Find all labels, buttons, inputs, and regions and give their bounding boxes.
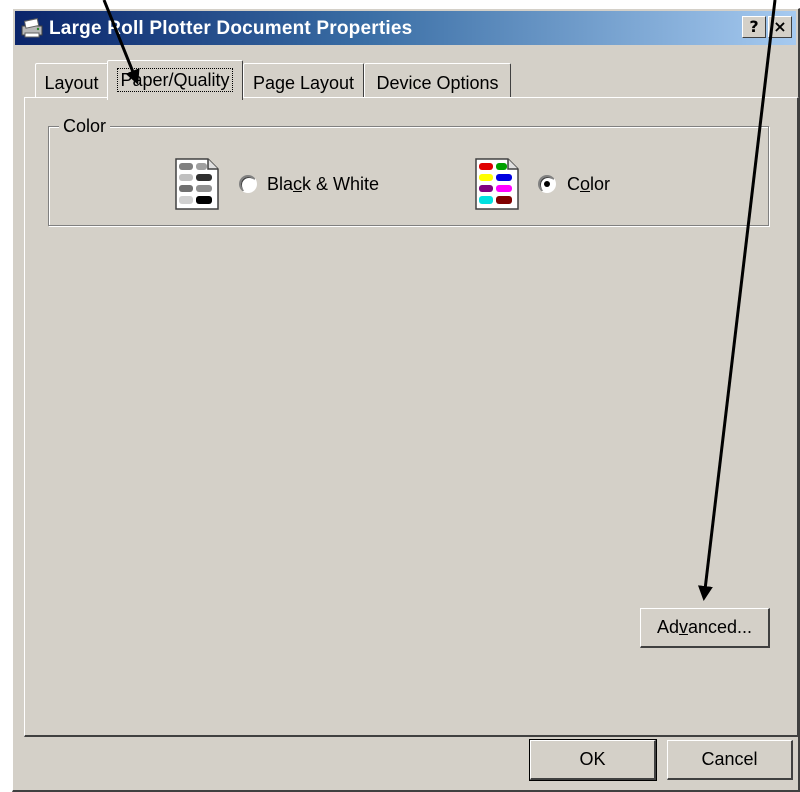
tab-label: Paper/Quality bbox=[117, 68, 233, 92]
printer-icon bbox=[21, 18, 43, 38]
tab-label: Device Options bbox=[376, 73, 499, 93]
color-swatch-icon bbox=[475, 158, 519, 210]
grayscale-swatch-icon bbox=[175, 158, 219, 210]
tab-device-options[interactable]: Device Options bbox=[364, 63, 511, 97]
close-button[interactable]: × bbox=[768, 16, 792, 38]
advanced-button[interactable]: Advanced... bbox=[640, 608, 770, 648]
title-bar[interactable]: Large Roll Plotter Document Properties ?… bbox=[15, 11, 796, 45]
group-legend: Color bbox=[59, 116, 111, 137]
tab-page-layout[interactable]: Page Layout bbox=[243, 63, 364, 97]
color-label[interactable]: Color bbox=[567, 174, 610, 195]
tab-label: Layout bbox=[44, 73, 99, 93]
ok-button[interactable]: OK bbox=[529, 739, 657, 781]
color-groupbox: Color Black & White Color bbox=[48, 116, 769, 226]
tab-paper-quality[interactable]: Paper/Quality bbox=[107, 60, 243, 100]
tab-layout[interactable]: Layout bbox=[35, 63, 108, 97]
color-radio[interactable] bbox=[538, 175, 556, 193]
black-white-label[interactable]: Black & White bbox=[267, 174, 379, 195]
tab-label: Page Layout bbox=[252, 73, 355, 93]
radio-selected-dot bbox=[544, 181, 550, 187]
window-title: Large Roll Plotter Document Properties bbox=[49, 18, 413, 39]
help-button[interactable]: ? bbox=[742, 16, 766, 38]
black-white-radio[interactable] bbox=[239, 175, 257, 193]
cancel-button[interactable]: Cancel bbox=[667, 740, 793, 780]
